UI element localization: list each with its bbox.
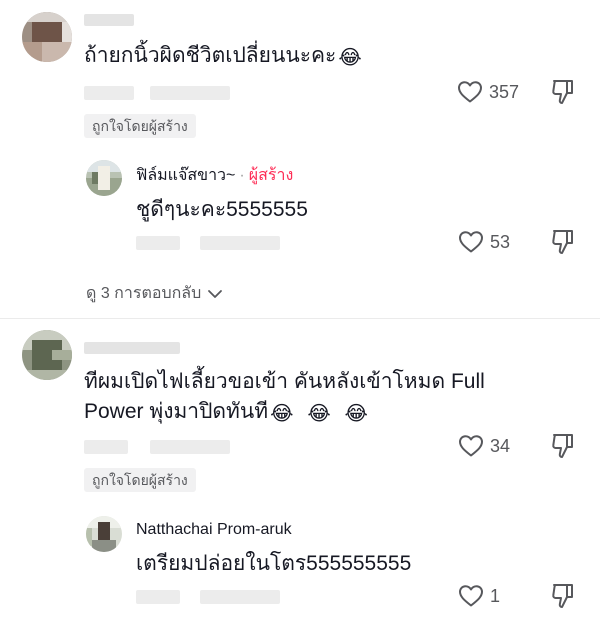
reply-button[interactable] — [150, 440, 230, 454]
creator-label: ผู้สร้าง — [248, 167, 294, 184]
reply-meta — [136, 590, 180, 604]
thumb-down-outline-icon — [552, 230, 573, 254]
heart-outline-icon — [458, 81, 482, 103]
like-button[interactable]: 357 — [457, 80, 519, 104]
dislike-button[interactable] — [550, 228, 576, 261]
commenter-username[interactable] — [84, 342, 180, 354]
heart-outline-icon — [459, 435, 483, 457]
reply-reply-button[interactable] — [200, 590, 280, 604]
like-button[interactable]: 34 — [458, 434, 510, 458]
reply-button[interactable] — [150, 86, 230, 100]
comment-meta — [84, 440, 128, 454]
thumb-down-outline-icon — [552, 434, 573, 458]
commenter-username[interactable] — [84, 14, 134, 26]
reply-author-line[interactable]: ฟิล์มแจ๊สขาว~ · ผู้สร้าง — [136, 166, 293, 186]
heart-outline-icon — [459, 585, 483, 607]
reply-meta — [136, 236, 180, 250]
reply-author[interactable]: Natthachai Prom-aruk — [136, 520, 292, 540]
thumb-down-outline-icon — [552, 584, 573, 608]
comment-text-line-1: ทีผมเปิดไฟเลี้ยวขอเข้า คันหลังเข้าโหมด F… — [84, 370, 485, 393]
like-count: 53 — [490, 231, 511, 252]
like-count: 1 — [490, 585, 501, 606]
like-button[interactable]: 53 — [458, 230, 510, 254]
comment-text-line-2: Power พุ่งมาปิดทันที 😂 😂 😂 — [84, 400, 368, 425]
reply-text: ชูดีๆนะคะ5555555 — [136, 198, 308, 221]
view-replies-label: ดู 3 การตอบกลับ — [86, 285, 202, 302]
chevron-down-icon — [208, 289, 223, 298]
heart-outline-icon — [459, 231, 483, 253]
reply-avatar[interactable] — [86, 160, 122, 196]
liked-by-creator-badge: ถูกใจโดยผู้สร้าง — [84, 468, 196, 492]
comment-meta — [84, 86, 134, 100]
reply-author[interactable]: ฟิล์มแจ๊สขาว~ — [136, 167, 235, 184]
reply-text: เตรียมปล่อยในโตร555555555 — [136, 552, 412, 575]
laughing-emoji: 😂 — [344, 403, 368, 425]
laughing-emoji: 😂 — [307, 403, 331, 425]
like-count: 34 — [490, 435, 511, 456]
comment-text: ถ้ายกนิ้วผิดชีวิตเปลี่ยนนะคะ 😂 — [84, 44, 362, 69]
liked-by-creator-badge: ถูกใจโดยผู้สร้าง — [84, 114, 196, 138]
like-count: 357 — [489, 81, 520, 102]
separator-dot: · — [239, 167, 245, 184]
laughing-emoji: 😂 — [270, 403, 294, 425]
commenter-avatar[interactable] — [22, 330, 72, 380]
view-replies-button[interactable]: ดู 3 การตอบกลับ — [86, 281, 223, 306]
comment-divider — [0, 318, 600, 319]
thumb-down-outline-icon — [552, 80, 573, 104]
reply-reply-button[interactable] — [200, 236, 280, 250]
dislike-button[interactable] — [550, 78, 576, 111]
reply-avatar[interactable] — [86, 516, 122, 552]
commenter-avatar[interactable] — [22, 12, 72, 62]
laughing-emoji: 😂 — [338, 47, 362, 69]
dislike-button[interactable] — [550, 582, 576, 615]
like-button[interactable]: 1 — [458, 584, 500, 608]
comment-text: ทีผมเปิดไฟเลี้ยวขอเข้า คันหลังเข้าโหมด F… — [84, 368, 564, 426]
dislike-button[interactable] — [550, 432, 576, 465]
